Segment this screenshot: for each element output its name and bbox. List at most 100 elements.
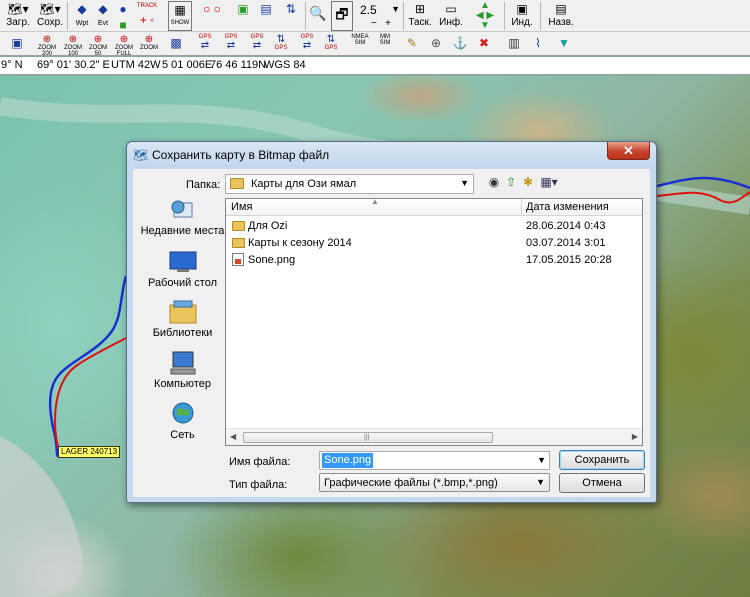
folder-icon — [232, 221, 245, 231]
route-button[interactable]: ● ■ — [116, 1, 130, 32]
up-folder-icon[interactable]: ⇧ — [504, 175, 518, 189]
gps-icon: ⇄ — [226, 40, 236, 51]
view-menu-icon[interactable]: ▦▾ — [538, 175, 560, 189]
filetype-select[interactable]: Графические файлы (*.bmp,*.png) ▼ — [319, 473, 550, 492]
zoom-100-button[interactable]: ⊕ ZOOM 100 — [62, 34, 84, 57]
point-tools-icon: ○ ○ — [203, 2, 221, 16]
zoom-button[interactable]: ⊕ ZOOM — [140, 34, 158, 54]
chevron-down-icon[interactable]: ▼ — [537, 455, 546, 465]
track-tools-button[interactable]: ▣ — [232, 1, 254, 31]
list-item[interactable]: Sone.png 17.05.2015 20:28 — [226, 252, 642, 269]
save-map-button[interactable]: 🗺▾ Сохр. — [36, 1, 64, 31]
file-list[interactable]: ▲ Имя Дата изменения Для Ozi 28.06.2014 … — [225, 197, 643, 446]
info-icon: ▭ — [445, 2, 457, 16]
print-icon: ▩ — [170, 36, 182, 50]
place-desktop[interactable]: Рабочий стол — [139, 249, 226, 293]
utm-zone-readout: UTM 42W — [111, 59, 161, 71]
save-map-icon: 🗺 — [133, 148, 149, 162]
zoom-full-button[interactable]: ⊕ ZOOM FULL — [112, 34, 136, 57]
pencil-button[interactable]: ✎ — [404, 34, 420, 54]
filename-input[interactable]: Sone.png ▼ — [319, 451, 550, 470]
gps-button-3[interactable]: GPS ⇄ — [248, 34, 266, 54]
chevron-down-icon: ▼ — [460, 178, 469, 188]
scroll-left-icon[interactable]: ◀ — [230, 432, 236, 441]
find-button[interactable]: 🔍 — [308, 1, 328, 31]
zoom-out-icon: − — [370, 18, 377, 29]
anchor-button[interactable]: ⚓ — [452, 34, 468, 54]
magnifier-icon: 🔍 — [309, 5, 327, 21]
zoom-icon: ⊕ — [93, 34, 103, 45]
indicator-button[interactable]: ▣ Инд. — [508, 1, 536, 31]
back-icon[interactable]: ◉ — [487, 175, 501, 189]
mm-sim-button[interactable]: MM SIM — [376, 34, 394, 54]
show-button[interactable]: ▦ SHOW — [168, 1, 192, 31]
event-button[interactable]: ◆ Evt — [94, 1, 112, 31]
zoom-in-icon: + — [385, 18, 392, 29]
northing-readout: 76 46 119N — [210, 59, 267, 71]
nmea-sim-button[interactable]: NMEA SIM — [350, 34, 370, 54]
gps-icon: ⇄ — [302, 40, 312, 51]
dialog-body: Папка: Карты для Ози ямал ▼ ◉ ⇧ ✱ ▦▾ Нед… — [133, 169, 650, 497]
zoom-icon: ⊕ — [119, 34, 129, 45]
place-libraries[interactable]: Библиотеки — [139, 299, 226, 343]
moving-map-button[interactable]: ⇅ — [280, 1, 302, 31]
move-arrows-button[interactable]: ▲ ◀ ▶ ▼ — [470, 1, 500, 31]
zoom-icon: ⊕ — [144, 34, 154, 45]
column-divider[interactable] — [521, 199, 522, 216]
info-button[interactable]: ▭ Инф. — [437, 1, 465, 31]
waypoint-button[interactable]: ◆ Wpt — [72, 1, 92, 31]
point-tools-button[interactable]: ○ ○ — [200, 1, 224, 31]
scrollbar-thumb[interactable]: ||| — [243, 432, 493, 443]
print-button[interactable]: ▩ — [168, 34, 184, 54]
stop-button[interactable]: ✖ — [476, 34, 492, 54]
dialog-titlebar[interactable]: 🗺 Сохранить карту в Bitmap файл ✕ — [127, 142, 656, 168]
track-button[interactable]: TRACK + ◦ — [136, 1, 158, 31]
event-icon: ◆ — [98, 2, 108, 16]
new-folder-icon[interactable]: ✱ — [521, 175, 535, 189]
save-button[interactable]: Сохранить — [559, 450, 645, 470]
crosshair-button[interactable]: ⊕ — [428, 34, 444, 54]
grid-icon: ▤ — [260, 2, 272, 16]
chart-icon: ⌇ — [535, 36, 541, 50]
gps-button-4[interactable]: ⇅ GPS — [272, 34, 290, 54]
route-icon: ● — [119, 2, 127, 16]
secondary-toolbar: ▣ ⊕ ZOOM 200 ⊕ ZOOM 100 ⊕ ZOOM 50 ⊕ ZOOM… — [0, 32, 750, 57]
gps-button-2[interactable]: GPS ⇄ — [222, 34, 240, 54]
zoom-50-button[interactable]: ⊕ ZOOM 50 — [88, 34, 108, 57]
lookin-combo[interactable]: Карты для Ози ямал ▼ — [225, 174, 474, 194]
task-button[interactable]: ⊞ Таск. — [406, 1, 434, 31]
grid-button[interactable]: ▤ — [256, 1, 276, 31]
zoom-combo[interactable]: 2.5 ▼ — [358, 3, 402, 19]
close-button[interactable]: ✕ — [607, 142, 650, 160]
track-tools-icon: ▣ — [237, 2, 249, 16]
cancel-button[interactable]: Отмена — [559, 473, 645, 493]
computer-icon — [170, 351, 195, 375]
zoom-step-buttons[interactable]: − + — [364, 18, 398, 31]
names-button[interactable]: ▤ Назв. — [544, 1, 578, 31]
map-window-icon: ▣ — [11, 36, 23, 50]
arrow-down-icon: ▼ — [480, 20, 490, 31]
signal-button[interactable]: ▼ — [556, 34, 572, 54]
zoom-200-button[interactable]: ⊕ ZOOM 200 — [36, 34, 58, 57]
gps-icon: ⇅ — [326, 34, 336, 45]
scroll-right-icon[interactable]: ▶ — [632, 432, 638, 441]
place-computer[interactable]: Компьютер — [139, 350, 226, 394]
waypoint-label[interactable]: LAGER 240713 — [58, 446, 121, 458]
list-item[interactable]: Карты к сезону 2014 03.07.2014 3:01 — [226, 235, 642, 252]
column-name[interactable]: Имя — [231, 201, 252, 213]
column-date[interactable]: Дата изменения — [526, 201, 609, 213]
list-header: ▲ Имя Дата изменения — [226, 197, 642, 216]
horizontal-scrollbar[interactable]: ◀ ||| ▶ — [226, 428, 642, 445]
map-window-button[interactable]: ▣ — [8, 34, 26, 54]
map-select-button[interactable]: 🗗 — [331, 1, 353, 31]
list-item[interactable]: Для Ozi 28.06.2014 0:43 — [226, 218, 642, 235]
gps-button-5[interactable]: GPS ⇄ — [298, 34, 316, 54]
place-recent[interactable]: Недавние места — [139, 197, 226, 241]
panel-button[interactable]: ▥ — [506, 34, 522, 54]
main-toolbar: 🗺▾ Загр. 🗺▾ Сохр. ◆ Wpt ◆ Evt ● ■ TRACK … — [0, 0, 750, 32]
place-network[interactable]: Сеть — [139, 401, 226, 445]
profile-button[interactable]: ⌇ — [530, 34, 546, 54]
gps-button-1[interactable]: GPS ⇄ — [196, 34, 214, 54]
gps-button-6[interactable]: ⇅ GPS — [322, 34, 340, 54]
load-button[interactable]: 🗺▾ Загр. — [3, 1, 33, 31]
